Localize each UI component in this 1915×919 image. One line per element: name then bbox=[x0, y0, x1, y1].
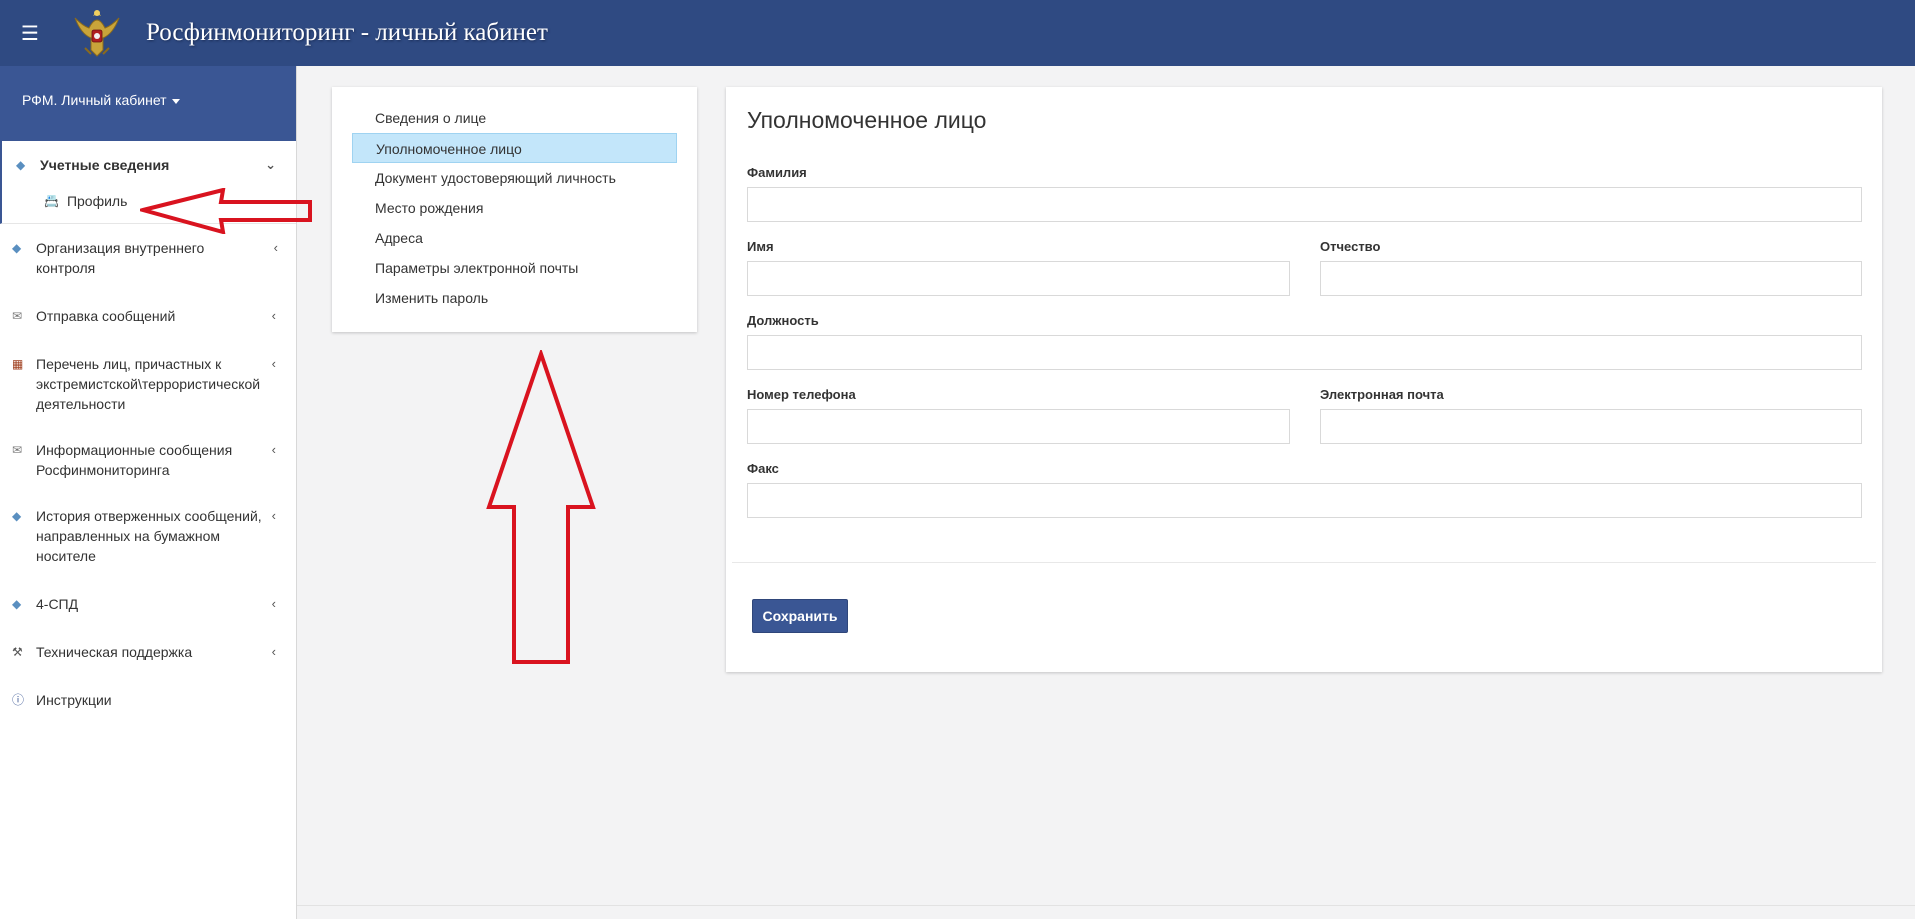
authorized-person-form: Уполномоченное лицо Фамилия Имя Отчество… bbox=[726, 87, 1882, 672]
sidebar-item-instructions[interactable]: ⓘ Инструкции bbox=[0, 680, 296, 720]
envelope-icon: ✉ bbox=[12, 309, 23, 323]
chevron-left-icon: ‹ bbox=[271, 356, 276, 371]
diamond-icon: ◆ bbox=[12, 597, 22, 611]
sidebar-item-send-messages[interactable]: ✉ Отправка сообщений ‹ bbox=[0, 296, 296, 336]
submenu-item-identity-document[interactable]: Документ удостоверяющий личность bbox=[352, 163, 677, 193]
caret-down-icon bbox=[171, 98, 180, 104]
submenu-item-change-password[interactable]: Изменить пароль bbox=[352, 283, 677, 313]
chevron-down-icon: ⌄ bbox=[265, 157, 276, 172]
patronymic-label: Отчество bbox=[1320, 239, 1381, 254]
hamburger-icon[interactable]: ☰ bbox=[0, 0, 60, 66]
chevron-left-icon: ‹ bbox=[271, 442, 276, 457]
sidebar-item-accounting[interactable]: ◆ Учетные сведения ⌄ bbox=[2, 141, 296, 185]
fax-label: Факс bbox=[747, 461, 779, 476]
surname-label: Фамилия bbox=[747, 165, 807, 180]
diamond-icon: ◆ bbox=[12, 509, 22, 523]
submenu-item-birthplace[interactable]: Место рождения bbox=[352, 193, 677, 223]
fax-field[interactable] bbox=[747, 483, 1862, 518]
sidebar-item-internal-control[interactable]: ◆ Организация внутреннего контроля ‹ bbox=[0, 228, 296, 288]
sidebar-item-label: Перечень лиц, причастных к экстремистско… bbox=[36, 356, 261, 412]
info-icon: ⓘ bbox=[12, 693, 25, 707]
sidebar-group-accounting: ◆ Учетные сведения ⌄ 📇 Профиль bbox=[0, 141, 296, 224]
diamond-icon: ◆ bbox=[16, 158, 26, 172]
sidebar-item-extremist-list[interactable]: ▦ Перечень лиц, причастных к экстремистс… bbox=[0, 344, 296, 424]
account-menu[interactable]: РФМ. Личный кабинет bbox=[0, 66, 296, 141]
sidebar-item-label: Учетные сведения bbox=[40, 157, 170, 173]
sidebar-item-info-messages[interactable]: ✉ Информационные сообщения Росфинмонитор… bbox=[0, 430, 296, 490]
envelope-icon: ✉ bbox=[12, 443, 23, 457]
account-label: РФМ. Личный кабинет bbox=[22, 92, 167, 108]
id-card-icon: 📇 bbox=[44, 194, 59, 208]
surname-field[interactable] bbox=[747, 187, 1862, 222]
sidebar-item-4spd[interactable]: ◆ 4-СПД ‹ bbox=[0, 584, 296, 624]
sidebar-item-label: Отправка сообщений bbox=[36, 308, 176, 324]
chevron-left-icon: ‹ bbox=[271, 308, 276, 323]
building-icon: ▦ bbox=[12, 357, 24, 371]
sidebar-item-label: Техническая поддержка bbox=[36, 644, 193, 660]
profile-submenu: Сведения о лице Уполномоченное лицо Доку… bbox=[332, 87, 697, 332]
sidebar-item-label: Организация внутреннего контроля bbox=[36, 240, 205, 276]
chevron-left-icon: ‹ bbox=[271, 508, 276, 523]
chevron-left-icon: ‹ bbox=[271, 596, 276, 611]
email-field[interactable] bbox=[1320, 409, 1862, 444]
email-label: Электронная почта bbox=[1320, 387, 1444, 402]
app-title: Росфинмониторинг - личный кабинет bbox=[146, 19, 548, 46]
sidebar-item-label: Информационные сообщения Росфинмониторин… bbox=[36, 442, 233, 478]
position-label: Должность bbox=[747, 313, 819, 328]
sidebar: РФМ. Личный кабинет ◆ Учетные сведения ⌄… bbox=[0, 66, 297, 919]
position-field[interactable] bbox=[747, 335, 1862, 370]
phone-label: Номер телефона bbox=[747, 387, 856, 402]
up-arrow-annotation bbox=[486, 350, 596, 664]
sidebar-item-label: История отверженных сообщений, направлен… bbox=[36, 508, 262, 564]
sidebar-subitem-label: Профиль bbox=[66, 193, 128, 209]
patronymic-field[interactable] bbox=[1320, 261, 1862, 296]
eagle-emblem-icon bbox=[68, 2, 126, 64]
sidebar-item-rejected-history[interactable]: ◆ История отверженных сообщений, направл… bbox=[0, 496, 296, 576]
chevron-left-icon: ‹ bbox=[273, 240, 278, 255]
footer-divider bbox=[297, 905, 1915, 906]
submenu-item-authorized-person[interactable]: Уполномоченное лицо bbox=[352, 133, 677, 163]
name-field[interactable] bbox=[747, 261, 1290, 296]
diamond-icon: ◆ bbox=[12, 241, 22, 255]
submenu-item-person-info[interactable]: Сведения о лице bbox=[352, 103, 677, 133]
top-bar: ☰ Росфинмониторинг - личный кабинет bbox=[0, 0, 1915, 66]
form-divider bbox=[732, 562, 1876, 563]
chevron-left-icon: ‹ bbox=[271, 644, 276, 659]
tools-icon: ⚒ bbox=[12, 645, 23, 659]
form-title: Уполномоченное лицо bbox=[747, 107, 987, 133]
name-label: Имя bbox=[747, 239, 774, 254]
sidebar-item-label: 4-СПД bbox=[36, 596, 79, 612]
sidebar-item-label: Инструкции bbox=[36, 692, 112, 708]
phone-field[interactable] bbox=[747, 409, 1290, 444]
submenu-item-email-settings[interactable]: Параметры электронной почты bbox=[352, 253, 677, 283]
save-button[interactable]: Сохранить bbox=[752, 599, 848, 633]
submenu-item-addresses[interactable]: Адреса bbox=[352, 223, 677, 253]
sidebar-subitem-profile[interactable]: 📇 Профиль bbox=[2, 185, 296, 223]
sidebar-item-tech-support[interactable]: ⚒ Техническая поддержка ‹ bbox=[0, 632, 296, 672]
